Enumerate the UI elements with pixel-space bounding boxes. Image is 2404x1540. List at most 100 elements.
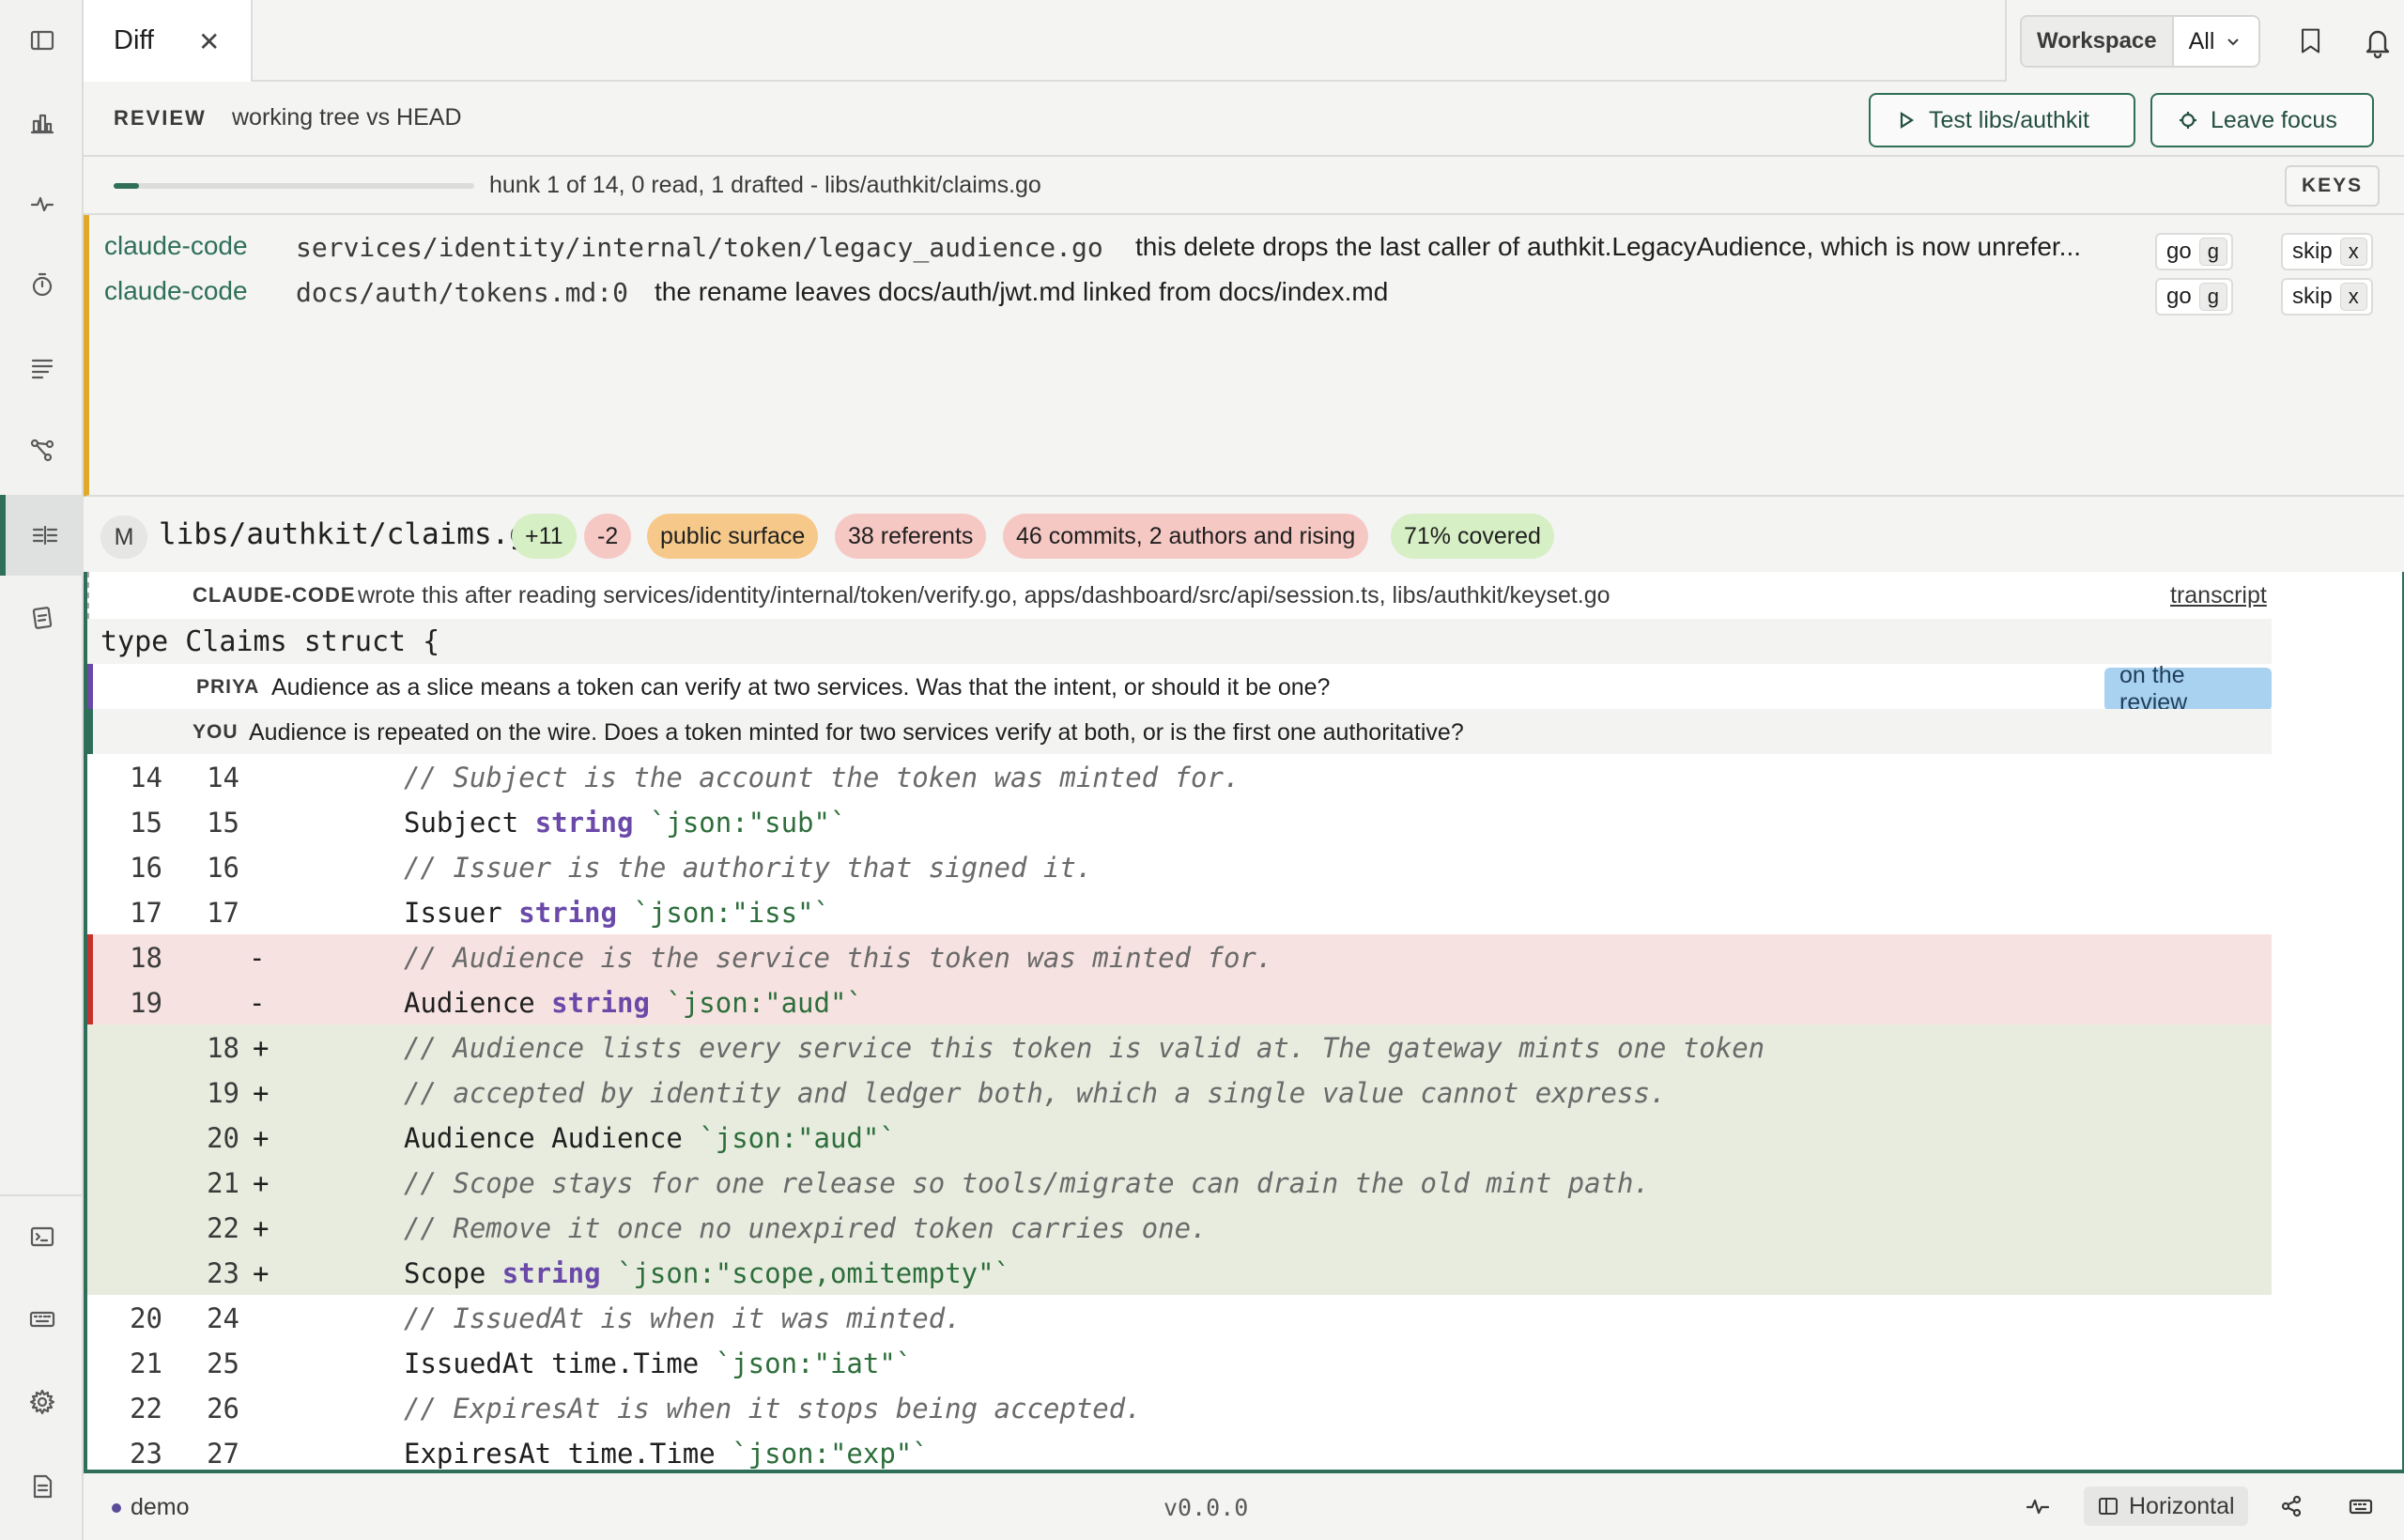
deleted-line[interactable]: 18 - // Audience is the service this token…: [87, 934, 2272, 979]
timer-icon[interactable]: [0, 244, 84, 325]
workspace-filter[interactable]: Workspace All: [2020, 15, 2260, 68]
comment-token: // IssuedAt is when it was minted.: [404, 1302, 962, 1334]
diff-marker: +: [253, 1257, 270, 1289]
review-subtitle: working tree vs HEAD: [232, 104, 462, 131]
play-icon: [1900, 111, 1915, 130]
added-line[interactable]: 19 + // accepted by identity and ledger bo…: [87, 1070, 2272, 1115]
file-chip: 71% covered: [1391, 514, 1554, 559]
sidebar-toggle-icon[interactable]: [0, 0, 84, 81]
chart-icon[interactable]: [0, 83, 84, 163]
activity-icon[interactable]: [2024, 1492, 2052, 1520]
finding-path[interactable]: docs/auth/tokens.md:0: [296, 277, 628, 308]
environment-indicator[interactable]: demo: [112, 1494, 190, 1521]
added-line[interactable]: 18 + // Audience lists every service this …: [87, 1024, 2272, 1070]
provenance-author: CLAUDE-CODE: [193, 583, 356, 607]
leave-focus-button[interactable]: Leave focus: [2150, 93, 2374, 147]
list-icon[interactable]: [0, 327, 84, 408]
code-text: // Audience is the service this token wa…: [404, 942, 1272, 974]
context-line[interactable]: 17 17 Issuer string `json:"iss"`: [87, 889, 2272, 934]
added-line[interactable]: 23 + Scope string `json:"scope,omitempty"`: [87, 1250, 2272, 1295]
diff-review-icon[interactable]: [0, 495, 84, 576]
keyword-token: string: [501, 1257, 601, 1289]
context-line[interactable]: 22 26 // ExpiresAt is when it stops being …: [87, 1385, 2272, 1430]
test-button[interactable]: Test libs/authkit: [1869, 93, 2135, 147]
context-line[interactable]: 14 14 // Subject is the account the token …: [87, 754, 2272, 799]
progress-fill: [114, 183, 140, 189]
tab-diff[interactable]: Diff ✕: [84, 0, 253, 82]
layout-toggle[interactable]: Horizontal: [2084, 1486, 2248, 1526]
terminal-icon[interactable]: [0, 1196, 84, 1277]
tab-label: Diff: [114, 25, 154, 55]
bookmark-icon[interactable]: [2292, 23, 2330, 60]
activity-icon[interactable]: [0, 163, 84, 244]
gear-icon[interactable]: [0, 1362, 84, 1442]
git-branch-icon[interactable]: [0, 409, 84, 490]
old-line-number: 18: [130, 942, 162, 974]
new-line-number: 26: [207, 1393, 239, 1424]
on-the-review-badge[interactable]: on the review: [2104, 662, 2272, 716]
skip-label: skip: [2292, 239, 2333, 264]
added-line[interactable]: 21 + // Scope stays for one release so too…: [87, 1160, 2272, 1205]
diff-marker: +: [253, 1212, 270, 1244]
deleted-line[interactable]: 19 - Audience string `json:"aud"`: [87, 979, 2272, 1024]
skip-key: x: [2339, 283, 2367, 311]
provenance-row: CLAUDE-CODE wrote this after reading ser…: [87, 572, 2272, 619]
new-line-number: 18: [207, 1032, 239, 1064]
comment-priya[interactable]: PRIYA Audience as a slice means a token …: [87, 662, 2272, 716]
context-line[interactable]: 21 25 IssuedAt time.Time `json:"iat"`: [87, 1340, 2272, 1385]
go-button[interactable]: go g: [2155, 278, 2233, 316]
file-chip: 38 referents: [835, 514, 987, 559]
go-button[interactable]: go g: [2155, 233, 2233, 270]
comment-token: // Issuer is the authority that signed i…: [404, 852, 1093, 884]
notebook-icon[interactable]: [0, 578, 84, 658]
test-button-label: Test libs/authkit: [1929, 106, 2089, 133]
go-key: g: [2198, 238, 2227, 266]
code-text: // Scope stays for one release so tools/…: [404, 1167, 1650, 1199]
close-icon[interactable]: ✕: [198, 26, 220, 57]
go-key: g: [2198, 283, 2227, 311]
context-line[interactable]: 16 16 // Issuer is the authority that sign…: [87, 844, 2272, 889]
environment-name: demo: [131, 1494, 190, 1520]
code-text: // Issuer is the authority that signed i…: [404, 852, 1092, 884]
finding-path[interactable]: services/identity/internal/token/legacy_…: [296, 232, 1103, 263]
agent-findings: claude-code services/identity/internal/t…: [84, 215, 2404, 497]
skip-button[interactable]: skip x: [2281, 233, 2373, 270]
keyboard-icon[interactable]: [0, 1279, 84, 1360]
code-text: ExpiresAt time.Time `json:"exp"`: [404, 1438, 929, 1470]
code-text: // Audience lists every service this tok…: [404, 1032, 1764, 1064]
comment-you[interactable]: YOU Audience is repeated on the wire. Do…: [87, 709, 2272, 754]
skip-button[interactable]: skip x: [2281, 278, 2373, 316]
keys-button[interactable]: KEYS: [2285, 165, 2381, 207]
comment-token: // Remove it once no unexpired token car…: [404, 1212, 1208, 1244]
share-icon[interactable]: [2277, 1492, 2305, 1520]
keyword-token: string: [551, 987, 650, 1019]
old-line-number: 23: [130, 1438, 162, 1470]
document-icon[interactable]: [0, 1446, 84, 1527]
new-line-number: 16: [207, 852, 239, 884]
added-line[interactable]: 22 + // Remove it once no unexpired token …: [87, 1205, 2272, 1250]
new-line-number: 23: [207, 1257, 239, 1289]
provenance-text: wrote this after reading services/identi…: [358, 582, 1610, 608]
comment-token: // Subject is the account the token was …: [404, 762, 1241, 793]
tab-bar: Diff ✕ Workspace All: [84, 0, 2404, 82]
environment-dot: [112, 1502, 121, 1513]
bell-icon[interactable]: [2359, 23, 2396, 60]
added-line[interactable]: 20 + Audience Audience `json:"aud"`: [87, 1115, 2272, 1160]
context-line[interactable]: 15 15 Subject string `json:"sub"`: [87, 799, 2272, 844]
new-line-number: 20: [207, 1122, 239, 1154]
finding-agent: claude-code: [104, 231, 248, 260]
code-text: // Remove it once no unexpired token car…: [404, 1212, 1208, 1244]
keyboard-icon[interactable]: [2347, 1492, 2375, 1520]
new-line-number: 19: [207, 1077, 239, 1109]
progress-text: hunk 1 of 14, 0 read, 1 drafted - libs/a…: [489, 172, 1041, 198]
transcript-link[interactable]: transcript: [2170, 582, 2267, 609]
comment-token: // accepted by identity and ledger both,…: [404, 1077, 1667, 1109]
comment-token: // Audience is the service this token wa…: [404, 942, 1273, 974]
file-chip: -2: [584, 514, 632, 559]
context-line[interactable]: 20 24 // IssuedAt is when it was minted.: [87, 1295, 2272, 1340]
file-path[interactable]: libs/authkit/claims.go: [159, 517, 545, 551]
context-line[interactable]: 23 27 ExpiresAt time.Time `json:"exp"`: [87, 1430, 2272, 1470]
diff-marker: +: [253, 1032, 270, 1064]
workspace-select[interactable]: All: [2174, 17, 2257, 66]
activity-rail: [0, 0, 84, 1540]
